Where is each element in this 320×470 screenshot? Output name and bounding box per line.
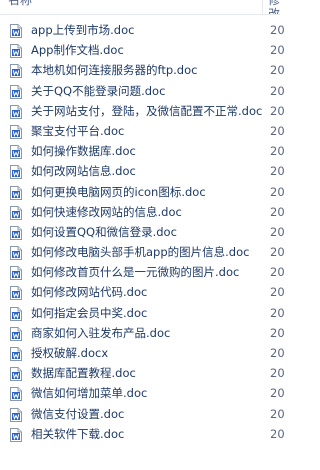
file-name: App制作文档.doc (31, 43, 124, 58)
file-name: 如何修改首页什么是一元微购的图片.doc (31, 265, 240, 280)
file-row[interactable]: 如何快速修改网站的信息.doc 20 (0, 202, 285, 222)
column-header: 名称 修改日期 (0, 0, 280, 15)
file-name: 聚宝支付平台.doc (31, 123, 125, 138)
file-date: 20 (270, 245, 285, 260)
column-divider[interactable] (262, 0, 263, 14)
file-date: 20 (270, 426, 285, 441)
name-column-header[interactable]: 名称 (8, 0, 32, 7)
file-row[interactable]: 如何修改首页什么是一元微购的图片.doc 20 (0, 262, 285, 282)
file-date: 20 (270, 43, 285, 58)
file-name: 如何修改电脑头部手机app的图片信息.doc (31, 245, 250, 260)
file-row[interactable]: 微信如何增加菜单.doc 20 (0, 383, 285, 403)
file-row[interactable]: 数据库配置教程.doc 20 (0, 363, 285, 383)
word-doc-icon (10, 326, 22, 341)
file-row[interactable]: 商家如何入驻发布产品.doc 20 (0, 323, 285, 343)
word-doc-icon (10, 285, 22, 301)
file-date: 20 (270, 265, 285, 280)
file-date: 20 (270, 63, 285, 78)
word-doc-icon (10, 104, 22, 119)
file-name: 关于网站支付，登陆，及微信配置不正常.doc (31, 103, 263, 118)
file-name: 本地机如何连接服务器的ftp.doc (31, 63, 198, 78)
file-row[interactable]: 聚宝支付平台.doc 20 (0, 121, 285, 141)
file-row[interactable]: 关于QQ不能登录问题.doc 20 (0, 81, 285, 101)
word-doc-icon (10, 164, 22, 180)
file-name: 如何改网站信息.doc (31, 164, 136, 179)
file-name: 如何指定会员中奖.doc (31, 305, 148, 320)
word-doc-icon (10, 306, 22, 321)
file-date: 20 (270, 164, 285, 179)
file-row[interactable]: 相关软件下载.doc 20 (0, 424, 285, 444)
file-name: 如何更换电脑网页的icon图标.doc (31, 184, 206, 199)
file-name: 微信支付设置.doc (31, 406, 125, 421)
file-list: app上传到市场.doc 20 App制作文档.doc 20 本地机如何连接服务… (0, 20, 285, 444)
word-doc-icon (10, 144, 22, 160)
file-date: 20 (270, 144, 285, 159)
file-date: 20 (270, 305, 285, 320)
file-date: 20 (270, 325, 285, 340)
file-row[interactable]: 授权破解.docx 20 (0, 343, 285, 363)
file-row[interactable]: App制作文档.doc 20 (0, 40, 285, 60)
word-doc-icon (10, 386, 22, 402)
word-doc-icon (10, 427, 22, 442)
word-doc-icon (10, 124, 22, 139)
file-row[interactable]: 如何改网站信息.doc 20 (0, 161, 285, 181)
file-date: 20 (270, 386, 285, 401)
word-doc-icon (10, 23, 22, 38)
file-name: 关于QQ不能登录问题.doc (31, 83, 166, 98)
word-doc-icon (10, 63, 22, 79)
file-row[interactable]: 本地机如何连接服务器的ftp.doc 20 (0, 60, 285, 80)
word-doc-icon (10, 265, 22, 281)
word-doc-icon (10, 366, 22, 382)
word-doc-icon (10, 185, 22, 200)
word-doc-icon (10, 205, 22, 220)
file-date: 20 (270, 346, 285, 360)
file-row[interactable]: 如何修改电脑头部手机app的图片信息.doc 20 (0, 242, 285, 262)
file-name: 授权破解.docx (31, 346, 109, 360)
file-date: 20 (270, 83, 285, 98)
word-docx-icon (10, 346, 22, 361)
file-name: app上传到市场.doc (31, 23, 135, 37)
file-date: 20 (270, 224, 285, 239)
file-date: 20 (270, 103, 285, 118)
file-name: 相关软件下载.doc (31, 426, 125, 441)
word-doc-icon (10, 43, 22, 59)
file-date: 20 (270, 406, 285, 421)
file-date: 20 (270, 23, 285, 37)
file-name: 商家如何入驻发布产品.doc (31, 325, 171, 340)
file-date: 20 (270, 285, 285, 300)
word-doc-icon (10, 225, 22, 240)
file-row[interactable]: 如何设置QQ和微信登录.doc 20 (0, 222, 285, 242)
word-doc-icon (10, 245, 22, 261)
file-name: 如何操作数据库.doc (31, 144, 136, 159)
file-name: 如何快速修改网站的信息.doc (31, 204, 182, 219)
file-row[interactable]: 微信支付设置.doc 20 (0, 404, 285, 424)
word-doc-icon (10, 84, 22, 99)
file-row[interactable]: 如何指定会员中奖.doc 20 (0, 303, 285, 323)
file-row[interactable]: 如何修改网站代码.doc 20 (0, 282, 285, 302)
date-column-header[interactable]: 修改日期 (268, 0, 280, 14)
file-row[interactable]: 如何更换电脑网页的icon图标.doc 20 (0, 182, 285, 202)
file-date: 20 (270, 366, 285, 381)
file-name: 如何设置QQ和微信登录.doc (31, 224, 177, 239)
file-row[interactable]: 关于网站支付，登陆，及微信配置不正常.doc 20 (0, 101, 285, 121)
file-name: 数据库配置教程.doc (31, 366, 136, 381)
file-row[interactable]: app上传到市场.doc 20 (0, 20, 285, 40)
file-name: 如何修改网站代码.doc (31, 285, 148, 300)
file-date: 20 (270, 204, 285, 219)
word-doc-icon (10, 407, 22, 422)
file-name: 微信如何增加菜单.doc (31, 386, 148, 401)
file-date: 20 (270, 184, 285, 199)
file-date: 20 (270, 123, 285, 138)
file-row[interactable]: 如何操作数据库.doc 20 (0, 141, 285, 161)
